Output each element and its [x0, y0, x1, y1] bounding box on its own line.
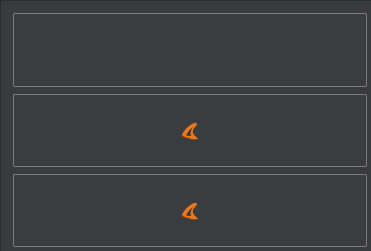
- logo-slot-panel[interactable]: [13, 174, 367, 247]
- orange-curl-logo-icon: [181, 122, 198, 139]
- orange-curl-logo-icon: [181, 202, 198, 219]
- logo-slot-panel[interactable]: [13, 94, 367, 167]
- panel-stack: [0, 0, 371, 251]
- empty-slot-panel[interactable]: [13, 13, 367, 87]
